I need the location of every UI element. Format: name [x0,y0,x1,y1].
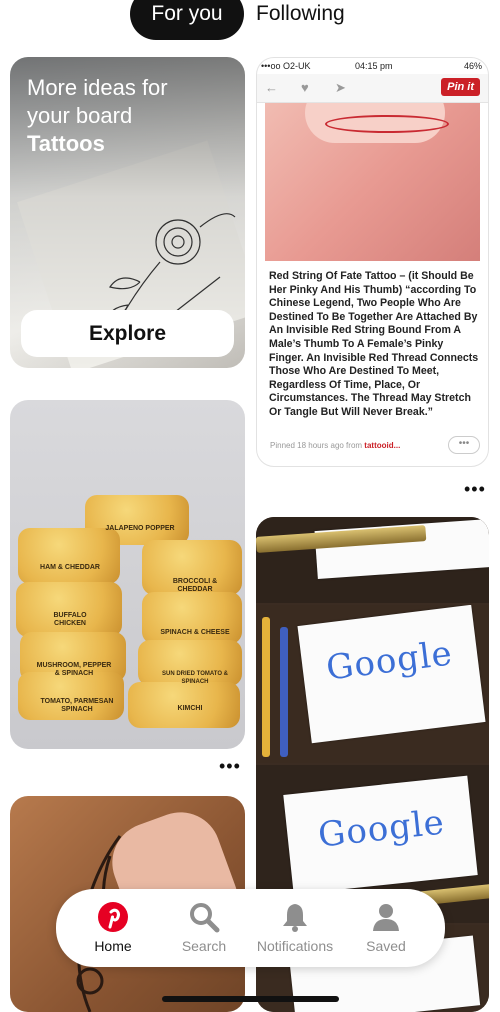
finger-photo [265,103,480,261]
muffin-label: BROCCOLI & CHEDDAR [172,578,218,593]
pinterest-logo-icon [98,902,128,932]
time-label: 04:15 pm [355,61,393,71]
pin-card-red-string-tattoo[interactable]: •••oo O2-UK 04:15 pm 46% ← ♥ ➤ Pin it Re… [256,57,489,467]
bottom-navigation: Home Search Notifications Saved [56,889,445,967]
article-text: Red String Of Fate Tattoo – (it Should B… [269,270,479,418]
red-string [325,115,449,133]
muffin-label: JALAPENO POPPER [105,525,175,532]
pin-card-egg-muffins[interactable]: JALAPENO POPPER HAM & CHEDDAR BROCCOLI &… [10,400,245,749]
nav-saved-label: Saved [366,938,406,954]
muffin-label: BUFFALO CHICKEN [53,612,87,627]
muffin-label: KIMCHI [177,705,203,712]
profile-icon [373,904,399,931]
more-options-pill: ••• [448,436,480,454]
nav-home-label: Home [94,938,132,954]
search-icon [190,903,220,933]
nav-notifications[interactable]: Notifications [250,889,340,967]
muffin [18,528,120,584]
muffin-label: SUN DRIED TOMATO & SPINACH [161,671,228,685]
marker-yellow [262,617,270,757]
nav-search[interactable]: Search [159,889,249,967]
status-bar: •••oo O2-UK 04:15 pm 46% [257,58,488,74]
bell-icon [283,904,307,932]
board-suggestion-card[interactable]: More ideas for your board Tattoos Explor… [10,57,245,368]
nav-saved[interactable]: Saved [341,889,431,967]
video-frame [256,517,489,603]
carrier-label: •••oo O2-UK [261,61,311,71]
video-frame: Google [256,605,489,763]
nav-home[interactable]: Home [68,889,158,967]
marker-blue [280,627,288,757]
board-name: Tattoos [27,131,105,156]
send-icon: ➤ [335,80,346,95]
board-heading-line2: your board [27,103,133,128]
pinned-prefix: Pinned 18 hours ago from [270,441,363,450]
back-arrow-icon: ← [265,80,278,95]
explore-button[interactable]: Explore [21,310,234,357]
heart-icon: ♥ [301,80,309,95]
feed-tabs: For you Following [0,0,500,42]
pinned-info: Pinned 18 hours ago from tattooid... [270,441,400,450]
more-options-icon[interactable]: ••• [464,479,486,500]
muffin-label: MUSHROOM, PEPPER & SPINACH [36,662,112,677]
pinned-source: tattooid... [364,441,401,450]
battery-label: 46% [463,61,482,71]
app-toolbar: ← ♥ ➤ Pin it [257,74,488,103]
tab-for-you[interactable]: For you [130,0,244,40]
nav-notifications-label: Notifications [256,938,334,954]
muffin-label: SPINACH & CHEESE [160,629,230,636]
home-indicator [162,996,339,1002]
muffin-label: TOMATO, PARMESAN SPINACH [40,698,114,713]
tab-following[interactable]: Following [256,2,345,26]
pin-it-button: Pin it [441,78,480,96]
more-options-icon[interactable]: ••• [219,756,241,777]
nav-search-label: Search [181,938,227,954]
muffin [16,582,122,637]
muffin-label: HAM & CHEDDAR [40,564,100,571]
board-heading-line1: More ideas for [27,75,168,100]
